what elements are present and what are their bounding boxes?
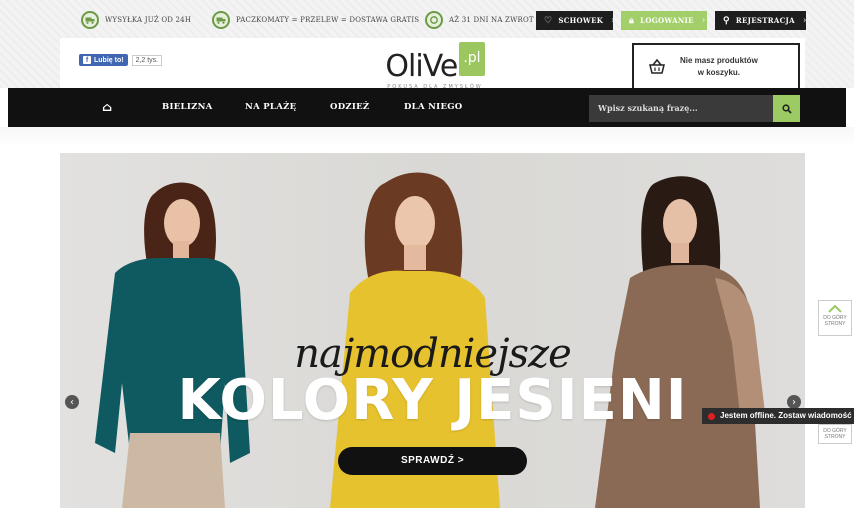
slider-prev-button[interactable]: ‹ bbox=[65, 395, 79, 409]
promo-parcel-lockers[interactable]: Paczkomaty = przelew = dostawa gratis bbox=[212, 9, 419, 31]
facebook-icon: f bbox=[83, 56, 91, 64]
return-icon bbox=[425, 11, 443, 29]
nav-item-beach[interactable]: Na plażę bbox=[245, 88, 296, 127]
register-button[interactable]: ⚲ Rejestracja › bbox=[715, 11, 806, 30]
back-to-top-label-secondary: DO GÓRY STRONY bbox=[823, 428, 847, 440]
site-logo[interactable]: OliVe .pl Pokusa dla zmysłów bbox=[385, 42, 485, 90]
search-icon bbox=[781, 103, 792, 114]
hero-slider[interactable]: najmodniejsze KOLORY JESIENI SPRAWDŹ > bbox=[60, 153, 805, 508]
login-label: Logowanie bbox=[640, 16, 694, 25]
basket-icon bbox=[649, 58, 665, 74]
lock-icon: 🔒︎ bbox=[629, 15, 635, 26]
promo-shipping[interactable]: Wysyłka już od 24h bbox=[81, 9, 191, 31]
back-to-top-button[interactable]: DO GÓRY STRONY bbox=[818, 300, 852, 336]
register-label: Rejestracja bbox=[735, 16, 795, 25]
nav-item-lingerie[interactable]: Bielizna bbox=[162, 88, 213, 127]
slider-next-button[interactable]: › bbox=[787, 395, 801, 409]
logo-name: OliVe bbox=[385, 49, 458, 84]
search-button[interactable] bbox=[773, 95, 800, 122]
facebook-like-widget[interactable]: f Lubię to! 2,2 tys. bbox=[79, 54, 163, 66]
cart-status: Nie masz produktów w koszyku. bbox=[680, 55, 758, 79]
wishlist-button[interactable]: ♡ Schowek › bbox=[536, 11, 615, 30]
truck-icon bbox=[81, 11, 99, 29]
facebook-like-count: 2,2 tys. bbox=[131, 54, 163, 66]
hero-title: KOLORY JESIENI bbox=[177, 368, 688, 433]
back-to-top-label: DO GÓRY STRONY bbox=[823, 315, 847, 327]
search-input[interactable]: Wpisz szukaną frazę... bbox=[589, 95, 773, 122]
hero-cta-button[interactable]: SPRAWDŹ > bbox=[338, 447, 527, 475]
back-to-top-button-secondary[interactable]: DO GÓRY STRONY bbox=[818, 424, 852, 444]
promo-returns[interactable]: Aż 31 dni na zwrot bbox=[425, 9, 534, 31]
nav-item-clothing[interactable]: Odzież bbox=[330, 88, 369, 127]
promo-shipping-text: Wysyłka już od 24h bbox=[105, 16, 192, 24]
nav-shadow-strip bbox=[0, 127, 854, 147]
cart-status-line1: Nie masz produktów bbox=[680, 55, 758, 65]
search-placeholder: Wpisz szukaną frazę... bbox=[598, 103, 698, 113]
nav-item-for-him[interactable]: Dla niego bbox=[404, 88, 463, 127]
home-icon[interactable]: ⌂ bbox=[102, 88, 112, 127]
cart-box[interactable]: Nie masz produktów w koszyku. bbox=[632, 43, 800, 90]
chat-widget[interactable]: Jestem offline. Zostaw wiadomość bbox=[702, 408, 854, 424]
wishlist-label: Schowek bbox=[558, 16, 604, 25]
promo-parcel-lockers-text: Paczkomaty = przelew = dostawa gratis bbox=[236, 16, 420, 24]
chevron-right-icon: › bbox=[802, 15, 807, 26]
user-icon: ⚲ bbox=[723, 15, 730, 26]
chat-status-text: Jestem offline. Zostaw wiadomość bbox=[720, 411, 852, 420]
truck-icon bbox=[212, 11, 230, 29]
facebook-like-label: Lubię to! bbox=[94, 56, 124, 64]
chevron-right-icon: › bbox=[611, 15, 615, 26]
chevron-up-icon bbox=[828, 304, 842, 313]
cart-status-line2: w koszyku. bbox=[697, 67, 741, 77]
offline-status-icon bbox=[708, 412, 715, 420]
heart-icon: ♡ bbox=[544, 15, 553, 26]
logo-domain: .pl bbox=[459, 42, 485, 76]
chevron-left-icon: ‹ bbox=[70, 396, 74, 408]
login-button[interactable]: 🔒︎ Logowanie › bbox=[621, 11, 707, 30]
chevron-right-icon: › bbox=[701, 15, 706, 26]
promo-returns-text: Aż 31 dni na zwrot bbox=[449, 16, 534, 24]
facebook-like-button[interactable]: f Lubię to! bbox=[79, 54, 128, 66]
chevron-right-icon: › bbox=[792, 396, 796, 408]
